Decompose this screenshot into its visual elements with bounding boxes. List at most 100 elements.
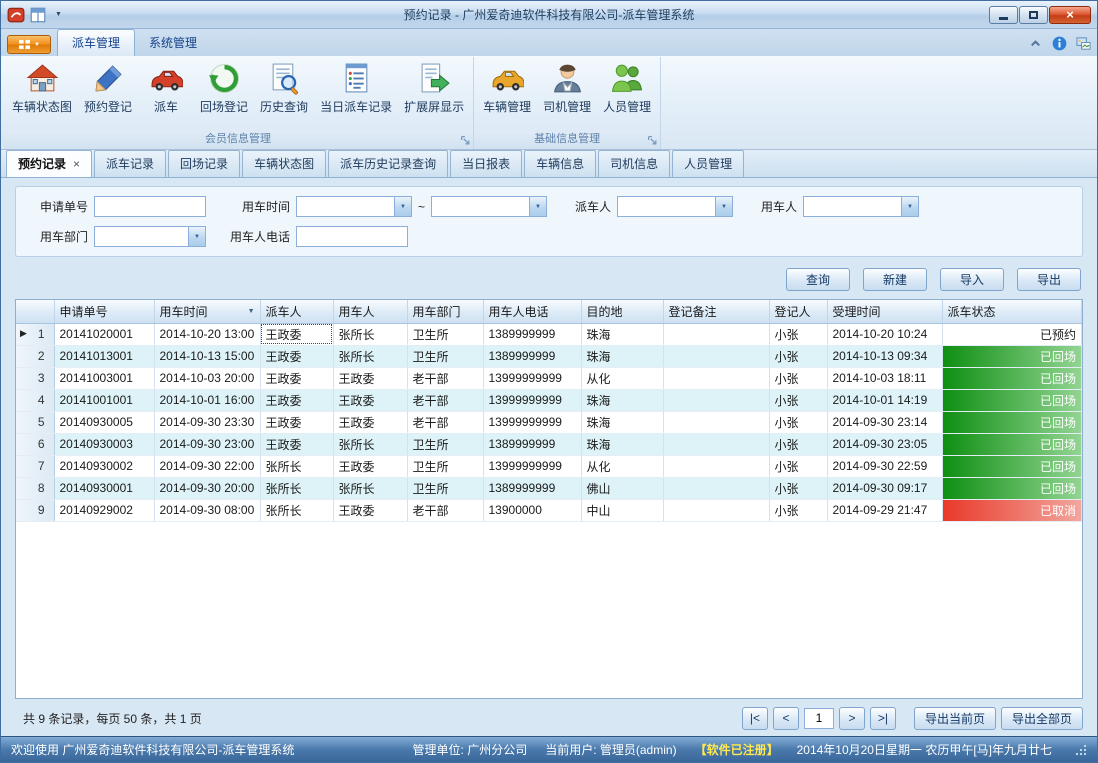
cell-status[interactable]: 已回场	[942, 477, 1082, 499]
cell-user[interactable]: 王政委	[333, 411, 407, 433]
cell-remark[interactable]	[663, 345, 769, 367]
column-header-accept-time[interactable]: 受理时间	[827, 300, 942, 323]
cell-accept-time[interactable]: 2014-09-30 23:05	[827, 433, 942, 455]
use-time-to-combo[interactable]: ▼	[431, 196, 547, 217]
dispatcher-combo[interactable]: ▼	[617, 196, 733, 217]
tab-driver-info[interactable]: 司机信息	[598, 150, 670, 177]
ribbon-button-staff-mgmt[interactable]: 人员管理	[597, 59, 657, 117]
cell-use-time[interactable]: 2014-09-30 23:00	[154, 433, 260, 455]
dialog-launcher-icon[interactable]	[460, 135, 471, 146]
table-row[interactable]: 8201409300012014-09-30 20:00张所长张所长卫生所138…	[16, 477, 1082, 499]
close-button[interactable]: ×	[1049, 6, 1091, 24]
use-time-from-combo[interactable]: ▼	[296, 196, 412, 217]
cell-dispatcher[interactable]: 王政委	[260, 389, 333, 411]
cell-dispatcher[interactable]: 王政委	[260, 411, 333, 433]
cell-status[interactable]: 已回场	[942, 411, 1082, 433]
cell-registrar[interactable]: 小张	[769, 411, 827, 433]
cell-request-no[interactable]: 20140930001	[54, 477, 154, 499]
user-combo[interactable]: ▼	[803, 196, 919, 217]
cell-department[interactable]: 卫生所	[407, 345, 483, 367]
quick-access-dropdown-icon[interactable]: ▼	[55, 11, 62, 18]
cell-department[interactable]: 卫生所	[407, 323, 483, 345]
cell-accept-time[interactable]: 2014-09-30 09:17	[827, 477, 942, 499]
cell-registrar[interactable]: 小张	[769, 367, 827, 389]
cell-destination[interactable]: 从化	[581, 455, 663, 477]
column-header-request-no[interactable]: 申请单号	[54, 300, 154, 323]
cell-request-no[interactable]: 20141003001	[54, 367, 154, 389]
column-header-phone[interactable]: 用车人电话	[483, 300, 581, 323]
table-row[interactable]: 3201410030012014-10-03 20:00王政委王政委老干部139…	[16, 367, 1082, 389]
cell-department[interactable]: 卫生所	[407, 455, 483, 477]
cell-user[interactable]: 张所长	[333, 477, 407, 499]
table-row[interactable]: 9201409290022014-09-30 08:00张所长王政委老干部139…	[16, 499, 1082, 521]
cell-phone[interactable]: 1389999999	[483, 345, 581, 367]
tab-daily-report[interactable]: 当日报表	[450, 150, 522, 177]
export-all-pages-button[interactable]: 导出全部页	[1001, 707, 1083, 730]
registered-link[interactable]: 【软件已注册】	[695, 741, 779, 758]
cell-request-no[interactable]: 20141020001	[54, 323, 154, 345]
prev-page-button[interactable]: <	[773, 707, 799, 730]
cell-destination[interactable]: 珠海	[581, 411, 663, 433]
ribbon-button-extend-screen[interactable]: 扩展屏显示	[398, 59, 470, 117]
cell-destination[interactable]: 珠海	[581, 433, 663, 455]
app-menu-button[interactable]: ▼	[7, 35, 51, 54]
cell-destination[interactable]: 珠海	[581, 345, 663, 367]
ribbon-button-return-register[interactable]: 回场登记	[194, 59, 254, 117]
cell-destination[interactable]: 从化	[581, 367, 663, 389]
cell-destination[interactable]: 珠海	[581, 389, 663, 411]
column-header-status[interactable]: 派车状态	[942, 300, 1082, 323]
query-button[interactable]: 查询	[786, 268, 850, 291]
next-page-button[interactable]: >	[839, 707, 865, 730]
cell-remark[interactable]	[663, 411, 769, 433]
cell-use-time[interactable]: 2014-10-13 15:00	[154, 345, 260, 367]
dialog-launcher-icon[interactable]	[647, 135, 658, 146]
cell-status[interactable]: 已回场	[942, 455, 1082, 477]
create-button[interactable]: 新建	[863, 268, 927, 291]
cell-department[interactable]: 老干部	[407, 411, 483, 433]
ribbon-tab-system-mgmt[interactable]: 系统管理	[135, 30, 211, 56]
row-indicator-cell[interactable]: 3	[16, 367, 54, 389]
column-header-user[interactable]: 用车人	[333, 300, 407, 323]
ribbon-button-driver-mgmt[interactable]: 司机管理	[537, 59, 597, 117]
tab-vehicle-status-chart[interactable]: 车辆状态图	[242, 150, 326, 177]
cell-accept-time[interactable]: 2014-09-29 21:47	[827, 499, 942, 521]
cell-phone[interactable]: 1389999999	[483, 477, 581, 499]
cell-use-time[interactable]: 2014-09-30 20:00	[154, 477, 260, 499]
table-row[interactable]: 4201410010012014-10-01 16:00王政委王政委老干部139…	[16, 389, 1082, 411]
ribbon-button-reservation-register[interactable]: 预约登记	[78, 59, 138, 117]
cell-status[interactable]: 已回场	[942, 367, 1082, 389]
cell-phone[interactable]: 13999999999	[483, 389, 581, 411]
cell-registrar[interactable]: 小张	[769, 345, 827, 367]
ribbon-button-history-query[interactable]: 历史查询	[254, 59, 314, 117]
ribbon-button-vehicle-mgmt[interactable]: 车辆管理	[477, 59, 537, 117]
cell-dispatcher[interactable]: 王政委	[260, 367, 333, 389]
export-button[interactable]: 导出	[1017, 268, 1081, 291]
cell-dispatcher[interactable]: 张所长	[260, 499, 333, 521]
cell-status[interactable]: 已预约	[942, 323, 1082, 345]
column-header-registrar[interactable]: 登记人	[769, 300, 827, 323]
cell-phone[interactable]: 1389999999	[483, 433, 581, 455]
row-indicator-cell[interactable]: 9	[16, 499, 54, 521]
chevron-down-icon[interactable]: ▼	[188, 227, 205, 246]
row-indicator-cell[interactable]: 7	[16, 455, 54, 477]
cell-registrar[interactable]: 小张	[769, 477, 827, 499]
request-no-input[interactable]	[94, 196, 206, 217]
cell-request-no[interactable]: 20140930002	[54, 455, 154, 477]
cell-request-no[interactable]: 20140930005	[54, 411, 154, 433]
cell-user[interactable]: 王政委	[333, 367, 407, 389]
cell-status[interactable]: 已取消	[942, 499, 1082, 521]
chevron-down-icon[interactable]: ▼	[529, 197, 546, 216]
cell-request-no[interactable]: 20140930003	[54, 433, 154, 455]
cell-status[interactable]: 已回场	[942, 345, 1082, 367]
cell-accept-time[interactable]: 2014-09-30 23:14	[827, 411, 942, 433]
cell-accept-time[interactable]: 2014-10-13 09:34	[827, 345, 942, 367]
minimize-button[interactable]	[989, 6, 1018, 24]
cell-remark[interactable]	[663, 433, 769, 455]
cell-phone[interactable]: 1389999999	[483, 323, 581, 345]
cell-phone[interactable]: 13999999999	[483, 455, 581, 477]
cell-department[interactable]: 老干部	[407, 499, 483, 521]
cell-use-time[interactable]: 2014-10-03 20:00	[154, 367, 260, 389]
cell-phone[interactable]: 13999999999	[483, 411, 581, 433]
cell-department[interactable]: 卫生所	[407, 477, 483, 499]
ribbon-button-today-dispatch-records[interactable]: 当日派车记录	[314, 59, 398, 117]
